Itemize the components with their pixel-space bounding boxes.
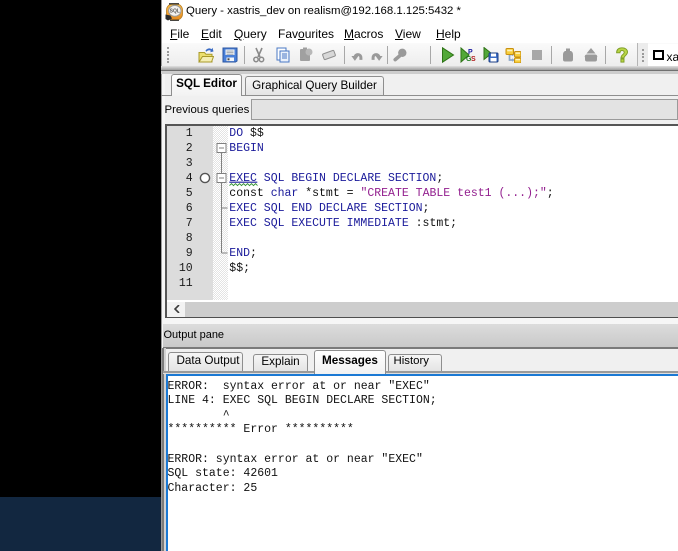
svg-text:P: P (468, 49, 473, 56)
svg-text:SQL: SQL (170, 9, 180, 15)
svg-text:S: S (471, 56, 476, 63)
